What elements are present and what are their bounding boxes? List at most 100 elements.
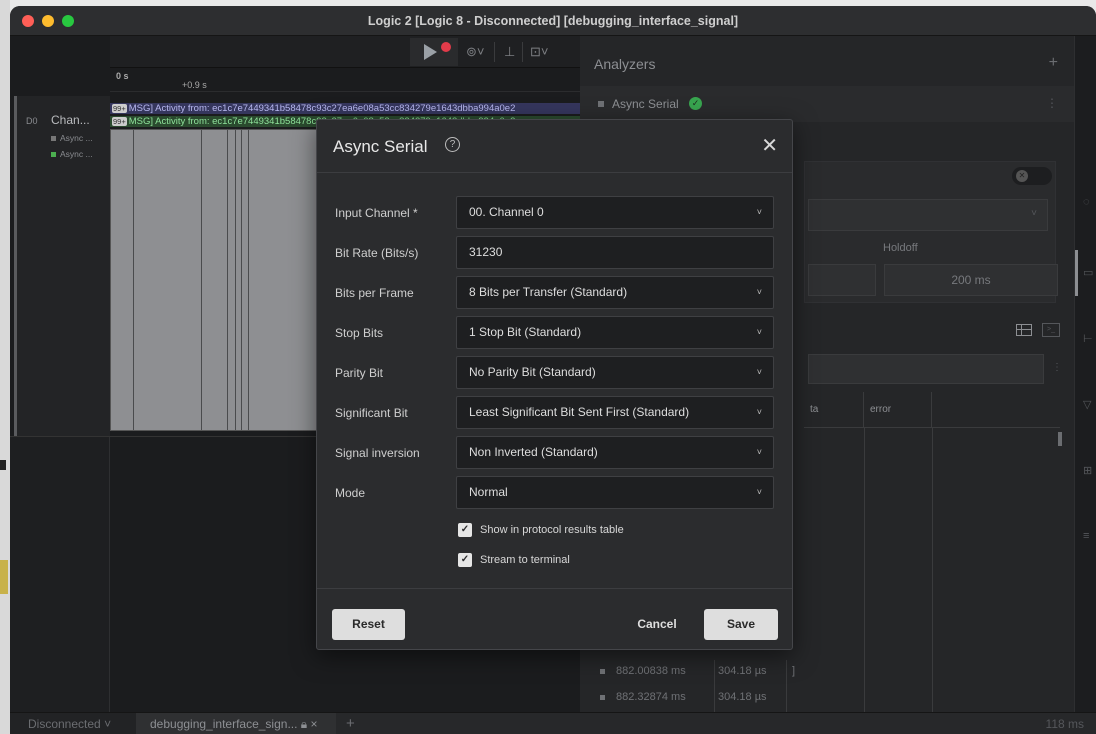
chevron-down-icon: ˅ <box>756 407 762 417</box>
check-icon: ✓ <box>689 97 702 110</box>
significant-bit-select[interactable]: Least Significant Bit Sent First (Standa… <box>456 396 774 429</box>
input-channel-select[interactable]: 00. Channel 0 ˅ <box>456 196 774 229</box>
chevron-down-icon: ˅ <box>756 287 762 297</box>
more-icon[interactable]: ⋮ <box>1046 96 1058 110</box>
scrollbar[interactable] <box>1058 432 1062 446</box>
input-value: 31230 <box>469 245 503 259</box>
trigger-icon[interactable]: ⊚˅ <box>466 44 484 60</box>
select-value: 8 Bits per Transfer (Standard) <box>469 285 628 299</box>
async-serial-dialog: Async Serial ? ✕ Input Channel * 00. Cha… <box>316 119 793 650</box>
field-label: Signal inversion <box>335 446 420 460</box>
divider <box>494 42 495 62</box>
field-bits-per-frame: Bits per Frame 8 Bits per Transfer (Stan… <box>317 276 792 310</box>
side-icon-rail: ◌ ▭ ⊢ ▽ ⊞ ≡ <box>1074 36 1096 712</box>
chevron-down-icon: ˅ <box>1031 208 1037 219</box>
cell-duration: 304.18 µs <box>718 665 767 677</box>
select-value: 00. Channel 0 <box>469 205 544 219</box>
field-significant-bit: Significant Bit Least Significant Bit Se… <box>317 396 792 430</box>
status-bar: Disconnected ˅ debugging_interface_sign.… <box>10 712 1096 734</box>
signal-inversion-select[interactable]: Non Inverted (Standard) ˅ <box>456 436 774 469</box>
time-ruler: 0 s +0.9 s <box>110 68 580 92</box>
channel-name[interactable]: Chan... <box>51 113 90 127</box>
settings-select[interactable]: ˅ <box>808 199 1048 231</box>
count-badge: 99+ <box>112 117 127 126</box>
field-label: Parity Bit <box>335 366 384 380</box>
divider <box>317 588 792 589</box>
measurements-icon[interactable]: ⊢ <box>1083 332 1093 345</box>
signal-edge <box>235 130 236 430</box>
select-value: Normal <box>469 485 508 499</box>
bit-rate-input[interactable]: 31230 <box>456 236 774 269</box>
chevron-down-icon: ˅ <box>756 447 762 457</box>
close-dialog-button[interactable]: ✕ <box>761 133 778 158</box>
analyzer-item[interactable]: Async Serial ✓ ⋮ <box>580 86 1074 122</box>
select-value: Least Significant Bit Sent First (Standa… <box>469 405 690 419</box>
table-row[interactable]: 882.32874 ms 304.18 µs <box>580 687 1074 709</box>
channel-sidebar[interactable]: D0 Chan... Async ... Async ... <box>14 96 110 436</box>
save-button[interactable]: Save <box>704 609 778 640</box>
ruler-start: 0 s <box>116 71 129 81</box>
column-header-data[interactable]: ta <box>804 392 864 428</box>
annotations-icon[interactable]: ▽ <box>1083 398 1091 411</box>
window-title: Logic 2 [Logic 8 - Disconnected] [debugg… <box>367 14 739 28</box>
stream-to-terminal-checkbox[interactable]: ✓ <box>458 553 472 567</box>
chevron-down-icon: ˅ <box>756 367 762 377</box>
signal-edge <box>248 130 249 430</box>
connection-label: Disconnected <box>28 717 101 731</box>
close-icon: ✕ <box>1016 170 1028 182</box>
record-icon <box>441 42 451 52</box>
extensions-icon[interactable]: ⊞ <box>1083 464 1092 477</box>
menu-icon[interactable]: ≡ <box>1083 530 1089 542</box>
add-analyzer-button[interactable]: + <box>1049 54 1058 72</box>
toggle-switch[interactable]: ✕ <box>1012 167 1052 185</box>
show-in-results-checkbox[interactable]: ✓ <box>458 523 472 537</box>
title-bar: Logic 2 [Logic 8 - Disconnected] [debugg… <box>10 6 1096 36</box>
bits-per-frame-select[interactable]: 8 Bits per Transfer (Standard) ˅ <box>456 276 774 309</box>
analyzers-title: Analyzers <box>594 56 656 72</box>
field-label: Bit Rate (Bits/s) <box>335 246 419 260</box>
analyzers-icon[interactable]: ▭ <box>1083 266 1093 279</box>
digital-waveform[interactable] <box>110 129 330 431</box>
field-label: Input Channel * <box>335 206 418 220</box>
analyzer-row-1[interactable]: Async ... <box>51 133 93 143</box>
column-header-error[interactable]: error <box>864 392 932 428</box>
close-tab-icon[interactable]: × <box>311 717 318 731</box>
holdoff-input[interactable]: 200 ms <box>884 264 1058 296</box>
signal-edge <box>241 130 242 430</box>
cancel-button[interactable]: Cancel <box>627 609 687 640</box>
analyzer-row-2[interactable]: Async ... <box>51 149 93 159</box>
chevron-down-icon: ˅ <box>104 717 112 731</box>
color-swatch <box>51 152 56 158</box>
mode-select[interactable]: Normal ˅ <box>456 476 774 509</box>
color-swatch <box>600 695 605 700</box>
settings-field[interactable] <box>808 264 876 296</box>
annotation-icon[interactable]: ⊡˅ <box>530 44 548 60</box>
analyzer-message-row[interactable]: 99+MSG] Activity from: ec1c7e7449341b584… <box>110 103 580 114</box>
search-input[interactable] <box>808 354 1044 384</box>
session-tab[interactable]: debugging_interface_sign... 🔒︎ × <box>136 713 336 734</box>
field-mode: Mode Normal ˅ <box>317 476 792 510</box>
table-icon[interactable] <box>1016 324 1032 336</box>
parity-bit-select[interactable]: No Parity Bit (Standard) ˅ <box>456 356 774 389</box>
capture-toolbar: ⊚˅ ⊥ ⊡˅ <box>110 36 580 68</box>
session-tab-label: debugging_interface_sign... <box>150 717 298 731</box>
signal-edge <box>201 130 202 430</box>
stop-bits-select[interactable]: 1 Stop Bit (Standard) ˅ <box>456 316 774 349</box>
field-signal-inversion: Signal inversion Non Inverted (Standard)… <box>317 436 792 470</box>
help-icon[interactable]: ? <box>445 137 460 152</box>
new-session-button[interactable]: + <box>346 715 355 732</box>
terminal-icon[interactable]: >_ <box>1042 323 1060 337</box>
more-icon[interactable]: ⋮ <box>1052 362 1062 373</box>
field-label: Bits per Frame <box>335 286 414 300</box>
table-row[interactable]: 882.00838 ms 304.18 µs ] <box>580 661 1074 683</box>
device-icon[interactable]: ◌ <box>1083 196 1090 208</box>
connection-selector[interactable]: Disconnected ˅ <box>10 713 136 734</box>
measure-icon[interactable]: ⊥ <box>504 44 515 60</box>
color-swatch <box>51 136 56 142</box>
edge-marker-yellow <box>0 560 8 594</box>
reset-button[interactable]: Reset <box>332 609 405 640</box>
signal-edge <box>133 130 134 430</box>
start-capture-button[interactable] <box>410 38 458 66</box>
field-bit-rate: Bit Rate (Bits/s) 31230 <box>317 236 792 270</box>
render-time: 118 ms <box>1045 717 1084 731</box>
